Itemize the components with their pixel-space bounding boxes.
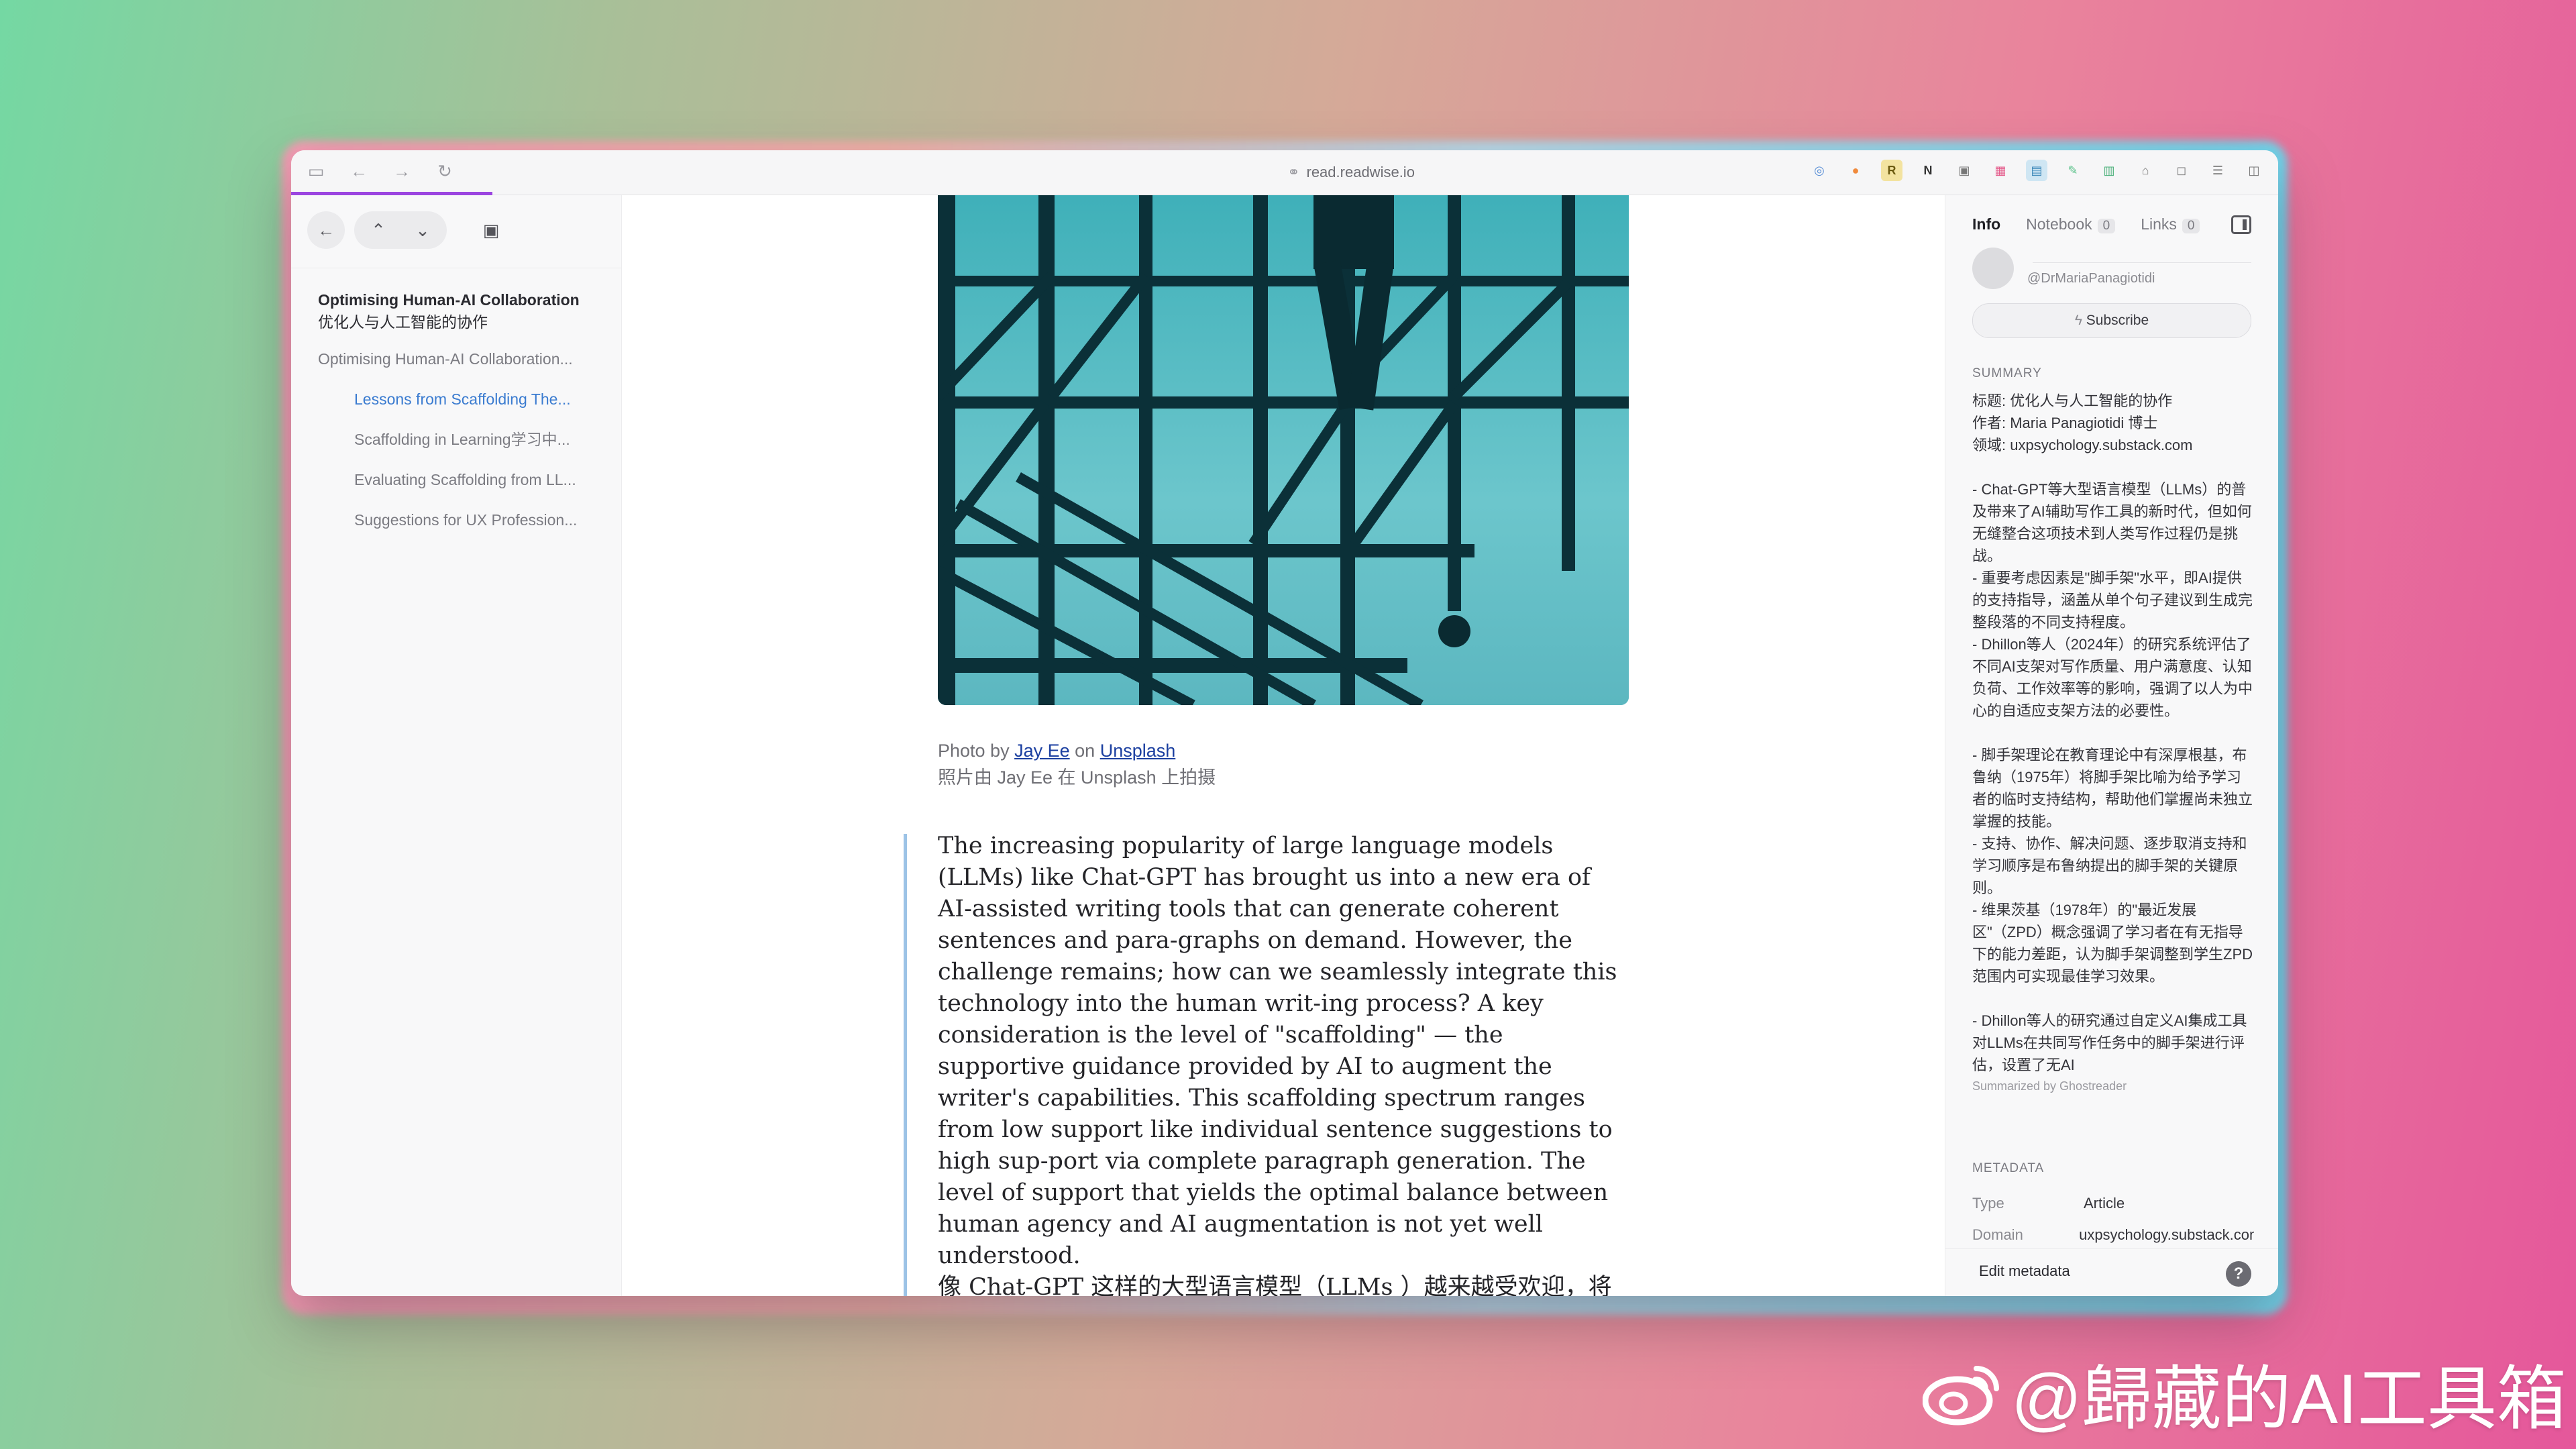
highlight-bar — [904, 834, 907, 1296]
article-paragraph-cn[interactable]: 像 Chat-GPT 这样的大型语言模型（LLMs ）越来越受欢迎，将我们带入了… — [938, 1272, 1622, 1296]
subscribe-button[interactable]: ϟ Subscribe — [1972, 303, 2251, 338]
table-of-contents: Optimising Human-AI Collaboration 优化人与人工… — [318, 289, 606, 531]
author-row: @DrMariaPanagiotidi — [1972, 248, 2155, 289]
summary-heading: SUMMARY — [1972, 366, 2042, 380]
nav-updown-group: ⌃ ⌄ — [354, 211, 447, 249]
url-text: read.readwise.io — [1306, 164, 1415, 180]
extension-orange-icon[interactable]: ● — [1845, 160, 1866, 181]
toc-item[interactable]: Scaffolding in Learning学习中... — [318, 429, 606, 451]
link-icon: ⚭ — [1287, 164, 1300, 180]
links-count-badge: 0 — [2182, 219, 2200, 233]
browser-toolbar: ▭ ← → ↻ ⚭ read.readwise.io ◎ ● R N ▣ ▦ ▤ … — [291, 150, 2278, 195]
edit-metadata-button[interactable]: Edit metadata — [1979, 1263, 2070, 1280]
image-caption: Photo by Jay Ee on Unsplash 照片由 Jay Ee 在… — [938, 737, 1216, 791]
article-paragraph-en[interactable]: The increasing popularity of large langu… — [938, 830, 1622, 1272]
summarized-by-label: Summarized by Ghostreader — [1972, 1079, 2127, 1093]
summary-line: - Dhillon等人（2024年）的研究系统评估了不同AI支架对写作质量、用户… — [1972, 636, 2253, 719]
tab-links[interactable]: Links 0 — [2141, 215, 2200, 233]
summary-line: - 维果茨基（1978年）的"最近发展区"（ZPD）概念强调了学习者在有无指导下… — [1972, 902, 2253, 985]
chevron-up-icon[interactable]: ⌃ — [361, 220, 396, 241]
back-arrow-icon[interactable]: ← — [347, 160, 370, 182]
extension-toolbar: ◎ ● R N ▣ ▦ ▤ ✎ ▥ ⌂ ◻ ☰ ◫ — [1809, 160, 2265, 181]
reader-content: Photo by Jay Ee on Unsplash 照片由 Jay Ee 在… — [622, 195, 1941, 1296]
tab-notebook[interactable]: Notebook 0 — [2026, 215, 2116, 233]
author-handle[interactable]: @DrMariaPanagiotidi — [2027, 271, 2155, 286]
toc-title[interactable]: Optimising Human-AI Collaboration — [318, 289, 606, 311]
caption-source-link[interactable]: Unsplash — [1100, 741, 1176, 761]
panel-toggle-icon[interactable] — [2231, 215, 2251, 234]
tab-notebook-label: Notebook — [2026, 215, 2092, 233]
readwise-r-icon[interactable]: R — [1881, 160, 1902, 181]
split-view-icon[interactable]: ◫ — [2243, 160, 2265, 181]
summary-line: - Dhillon等人的研究通过自定义AI集成工具对LLMs在共同写作任务中的脚… — [1972, 1012, 2247, 1073]
lock-icon[interactable]: ⌂ — [2135, 160, 2156, 181]
left-sidebar: ← ⌃ ⌄ ▣ Optimising Human-AI Collaboratio… — [291, 195, 622, 1296]
address-bar[interactable]: ⚭ read.readwise.io — [1183, 161, 1519, 184]
tab-info[interactable]: Info — [1972, 215, 2000, 233]
chat-icon[interactable]: ◻ — [2171, 160, 2192, 181]
summary-line: 作者: Maria Panagiotidi 博士 — [1972, 415, 2158, 431]
caption-author-link[interactable]: Jay Ee — [1014, 741, 1070, 761]
help-button[interactable]: ? — [2226, 1261, 2251, 1287]
toc-item[interactable]: Optimising Human-AI Collaboration... — [318, 348, 606, 370]
weibo-logo-icon — [1923, 1365, 1999, 1425]
tab-links-label: Links — [2141, 215, 2177, 233]
forward-arrow-icon[interactable]: → — [390, 160, 413, 182]
panel-tabs: Info Notebook 0 Links 0 — [1972, 215, 2200, 233]
avatar — [1972, 248, 2014, 289]
sidebar-toggle-icon[interactable]: ▭ — [305, 160, 327, 182]
caption-prefix: Photo by — [938, 741, 1010, 761]
watermark: @歸藏的AI工具箱 — [1923, 1342, 2567, 1443]
reader-icon[interactable]: ☰ — [2207, 160, 2229, 181]
toc-item[interactable]: Suggestions for UX Profession... — [318, 509, 606, 531]
chevron-down-icon[interactable]: ⌄ — [405, 220, 440, 241]
extension-teal-icon[interactable]: ▤ — [2026, 160, 2047, 181]
arrow-left-icon: ← — [317, 219, 335, 240]
metadata-row: Domain uxpsychology.substack.com — [1972, 1226, 2254, 1244]
metadata-value[interactable]: uxpsychology.substack.com — [2079, 1226, 2254, 1244]
watermark-text: @歸藏的AI工具箱 — [2011, 1360, 2567, 1438]
toc-subtitle[interactable]: 优化人与人工智能的协作 — [318, 311, 606, 333]
article-hero-image — [938, 195, 1629, 705]
article-body: The increasing popularity of large langu… — [938, 830, 1622, 1296]
metadata-key: Type — [1972, 1195, 2004, 1212]
bookmark-icon[interactable]: ▥ — [2098, 160, 2120, 181]
divider — [2033, 262, 2251, 263]
toc-item-active[interactable]: Lessons from Scaffolding The... — [318, 388, 606, 411]
summary-line: - Chat-GPT等大型语言模型（LLMs）的普及带来了AI辅助写作工具的新时… — [1972, 481, 2252, 564]
toc-item[interactable]: Evaluating Scaffolding from LL... — [318, 469, 606, 491]
right-info-panel: Info Notebook 0 Links 0 @DrMariaPanagiotid… — [1945, 195, 2278, 1296]
notebook-count-badge: 0 — [2097, 219, 2116, 233]
sidebar-panel-icon[interactable]: ▣ — [472, 211, 510, 249]
summary-line: 领域: uxpsychology.substack.com — [1972, 437, 2193, 453]
rss-icon: ϟ — [2074, 313, 2086, 328]
extension-pink-icon[interactable]: ▦ — [1990, 160, 2011, 181]
summary-text: 标题: 优化人与人工智能的协作 作者: Maria Panagiotidi 博士… — [1972, 390, 2254, 1096]
summary-line: 标题: 优化人与人工智能的协作 — [1972, 392, 2173, 409]
summary-line: - 脚手架理论在教育理论中有深厚根基，布鲁纳（1975年）将脚手架比喻为给予学习… — [1972, 747, 2253, 830]
reload-icon[interactable]: ↻ — [433, 160, 456, 182]
panel-footer: Edit metadata ? — [1945, 1248, 2278, 1296]
summary-line: - 重要考虑因素是"脚手架"水平，即AI提供的支持指导，涵盖从单个句子建议到生成… — [1972, 570, 2253, 631]
summary-line: - 支持、协作、解决问题、逐步取消支持和学习顺序是布鲁纳提出的脚手架的关键原则。 — [1972, 835, 2247, 896]
pen-icon[interactable]: ✎ — [2062, 160, 2084, 181]
translate-icon[interactable]: ◎ — [1809, 160, 1830, 181]
metadata-heading: METADATA — [1972, 1161, 2045, 1175]
scaffolding-photo — [938, 195, 1629, 705]
metadata-value[interactable]: Article — [2084, 1195, 2125, 1212]
caption-on: on — [1075, 741, 1095, 761]
extension-icon[interactable]: ▣ — [1953, 160, 1975, 181]
caption-chinese: 照片由 Jay Ee 在 Unsplash 上拍摄 — [938, 767, 1216, 788]
notion-icon[interactable]: N — [1917, 160, 1939, 181]
metadata-key: Domain — [1972, 1226, 2023, 1243]
browser-window: ▭ ← → ↻ ⚭ read.readwise.io ◎ ● R N ▣ ▦ ▤ … — [291, 150, 2278, 1296]
subscribe-label: Subscribe — [2086, 313, 2149, 328]
metadata-row: Type Article — [1972, 1195, 2254, 1212]
back-button[interactable]: ← — [307, 211, 345, 249]
